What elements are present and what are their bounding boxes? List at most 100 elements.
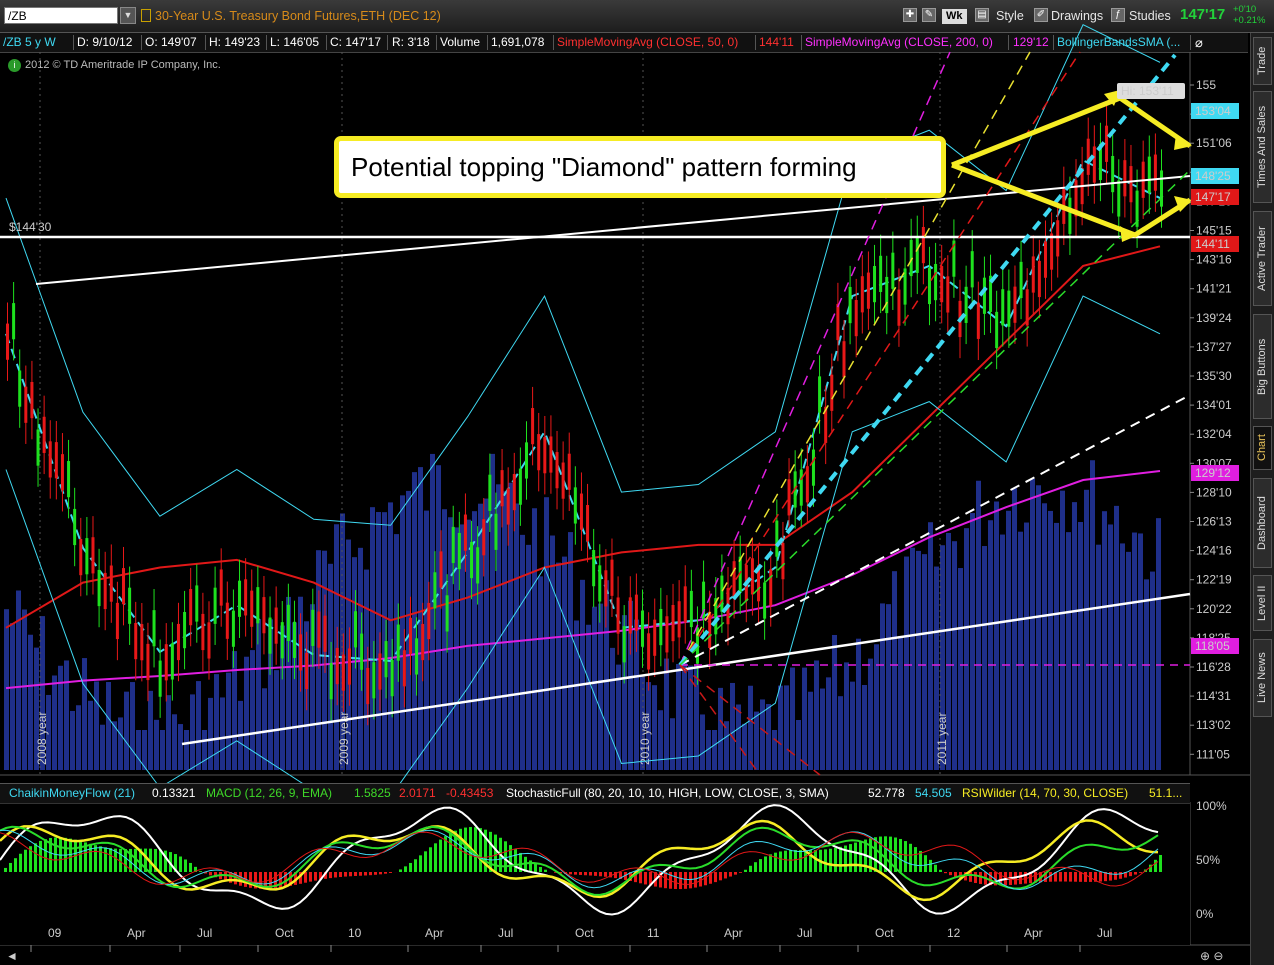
sidebar-tab-live-news[interactable]: Live News <box>1253 639 1272 717</box>
candle-body <box>885 276 889 314</box>
volume-bar <box>520 534 525 770</box>
sidebar-tab-big-buttons[interactable]: Big Buttons <box>1253 314 1272 419</box>
time-axis-label: 11 <box>647 926 660 940</box>
volume-bar <box>130 682 135 770</box>
candle-body <box>1013 286 1017 323</box>
volume-bar <box>106 682 111 770</box>
volume-bar <box>874 644 879 770</box>
price-axis-label: 151'06 <box>1196 136 1232 150</box>
macd-bar <box>124 848 127 872</box>
volume-bar <box>982 546 987 770</box>
volume-bar <box>856 638 861 770</box>
price-axis-label: 134'01 <box>1196 398 1232 412</box>
candle-body <box>1129 166 1133 203</box>
sidebar-tab-times-and-sales[interactable]: Times And Sales <box>1253 91 1272 203</box>
candle-body <box>811 449 815 486</box>
volume-bar <box>232 651 237 770</box>
candle-body <box>995 311 999 349</box>
candle-body <box>262 597 266 634</box>
candle-body <box>934 263 938 301</box>
macd-bar <box>94 845 97 872</box>
volume-bar <box>754 711 759 770</box>
macd-bar <box>839 846 842 872</box>
macd-bar <box>544 869 547 872</box>
candle-body <box>360 633 364 670</box>
arrowhead <box>1174 134 1192 150</box>
volume-bar <box>220 697 225 770</box>
candle-body <box>482 519 486 556</box>
stochastic-value-2: 54.505 <box>915 786 952 800</box>
candle-body <box>1160 170 1163 207</box>
macd-bar <box>664 872 667 889</box>
volume-bar <box>1018 531 1023 770</box>
macd-label[interactable]: MACD (12, 26, 9, EMA) <box>206 786 332 801</box>
volume-bar <box>256 619 261 770</box>
candle-body <box>634 594 638 631</box>
volume-bar <box>136 730 141 770</box>
macd-bar <box>859 841 862 872</box>
sidebar-tab-active-trader[interactable]: Active Trader <box>1253 211 1272 306</box>
sidebar-tab-dashboard[interactable]: Dashboard <box>1253 478 1272 568</box>
candle-body <box>158 660 162 697</box>
macd-bar <box>109 848 112 872</box>
candle-body <box>427 602 431 640</box>
macd-bar <box>344 872 347 877</box>
candle-body <box>946 276 950 313</box>
sidebar-tab-chart[interactable]: Chart <box>1253 426 1272 470</box>
candle-body <box>329 663 333 700</box>
macd-bar <box>889 836 892 872</box>
cmf-value: 0.13321 <box>152 786 196 800</box>
sidebar-tab-level-ii[interactable]: Level II <box>1253 575 1272 631</box>
volume-bar <box>820 688 825 770</box>
time-axis-label: Jul <box>498 926 513 940</box>
macd-bar <box>909 843 912 872</box>
macd-bar <box>404 866 407 872</box>
macd-bar <box>384 872 387 874</box>
macd-bar <box>824 849 827 872</box>
candle-body <box>476 547 480 584</box>
macd-bar <box>189 862 192 872</box>
macd-bar <box>179 856 182 872</box>
macd-bar <box>304 872 307 883</box>
macd-bar <box>1114 872 1117 880</box>
candle-body <box>500 470 504 507</box>
candle-body <box>610 559 614 596</box>
candle-body <box>207 622 211 659</box>
candle-body <box>549 436 553 473</box>
volume-bar <box>730 682 735 770</box>
sidebar-tab-trade[interactable]: Trade <box>1253 37 1272 85</box>
macd-bar <box>349 872 352 877</box>
candle-body <box>622 626 626 663</box>
price-axis-label: 116'28 <box>1196 660 1231 674</box>
candle-body <box>97 569 101 607</box>
macd-bar <box>1159 854 1162 872</box>
macd-bar <box>409 862 412 872</box>
rsi-label[interactable]: RSIWilder (14, 70, 30, CLOSE) <box>962 786 1128 801</box>
candle-body <box>122 568 126 605</box>
candle-body <box>79 538 83 576</box>
stochastic-label[interactable]: StochasticFull (80, 20, 10, 10, HIGH, LO… <box>506 786 829 801</box>
volume-bar <box>64 660 69 770</box>
volume-bar <box>922 554 927 770</box>
candle-body <box>689 590 693 628</box>
volume-bar <box>430 453 435 770</box>
macd-bar <box>69 838 72 872</box>
macd-bar <box>574 872 577 875</box>
macd-bar <box>759 859 762 872</box>
volume-bar <box>16 590 21 770</box>
macd-bar <box>904 841 907 872</box>
volume-bar <box>1084 489 1089 770</box>
time-axis-label: Jul <box>797 926 812 940</box>
macd-bar <box>99 846 102 872</box>
cmf-label[interactable]: ChaikinMoneyFlow (21) <box>9 786 135 801</box>
volume-bar <box>928 522 933 770</box>
candle-body <box>42 416 46 453</box>
macd-bar <box>854 842 857 872</box>
macd-bar <box>719 872 722 881</box>
candle-body <box>1007 290 1011 327</box>
candle-body <box>524 442 528 479</box>
macd-bar <box>429 847 432 872</box>
candle-body <box>317 611 321 648</box>
macd-bar <box>4 867 7 872</box>
price-badge-label: 153'04 <box>1195 104 1231 118</box>
